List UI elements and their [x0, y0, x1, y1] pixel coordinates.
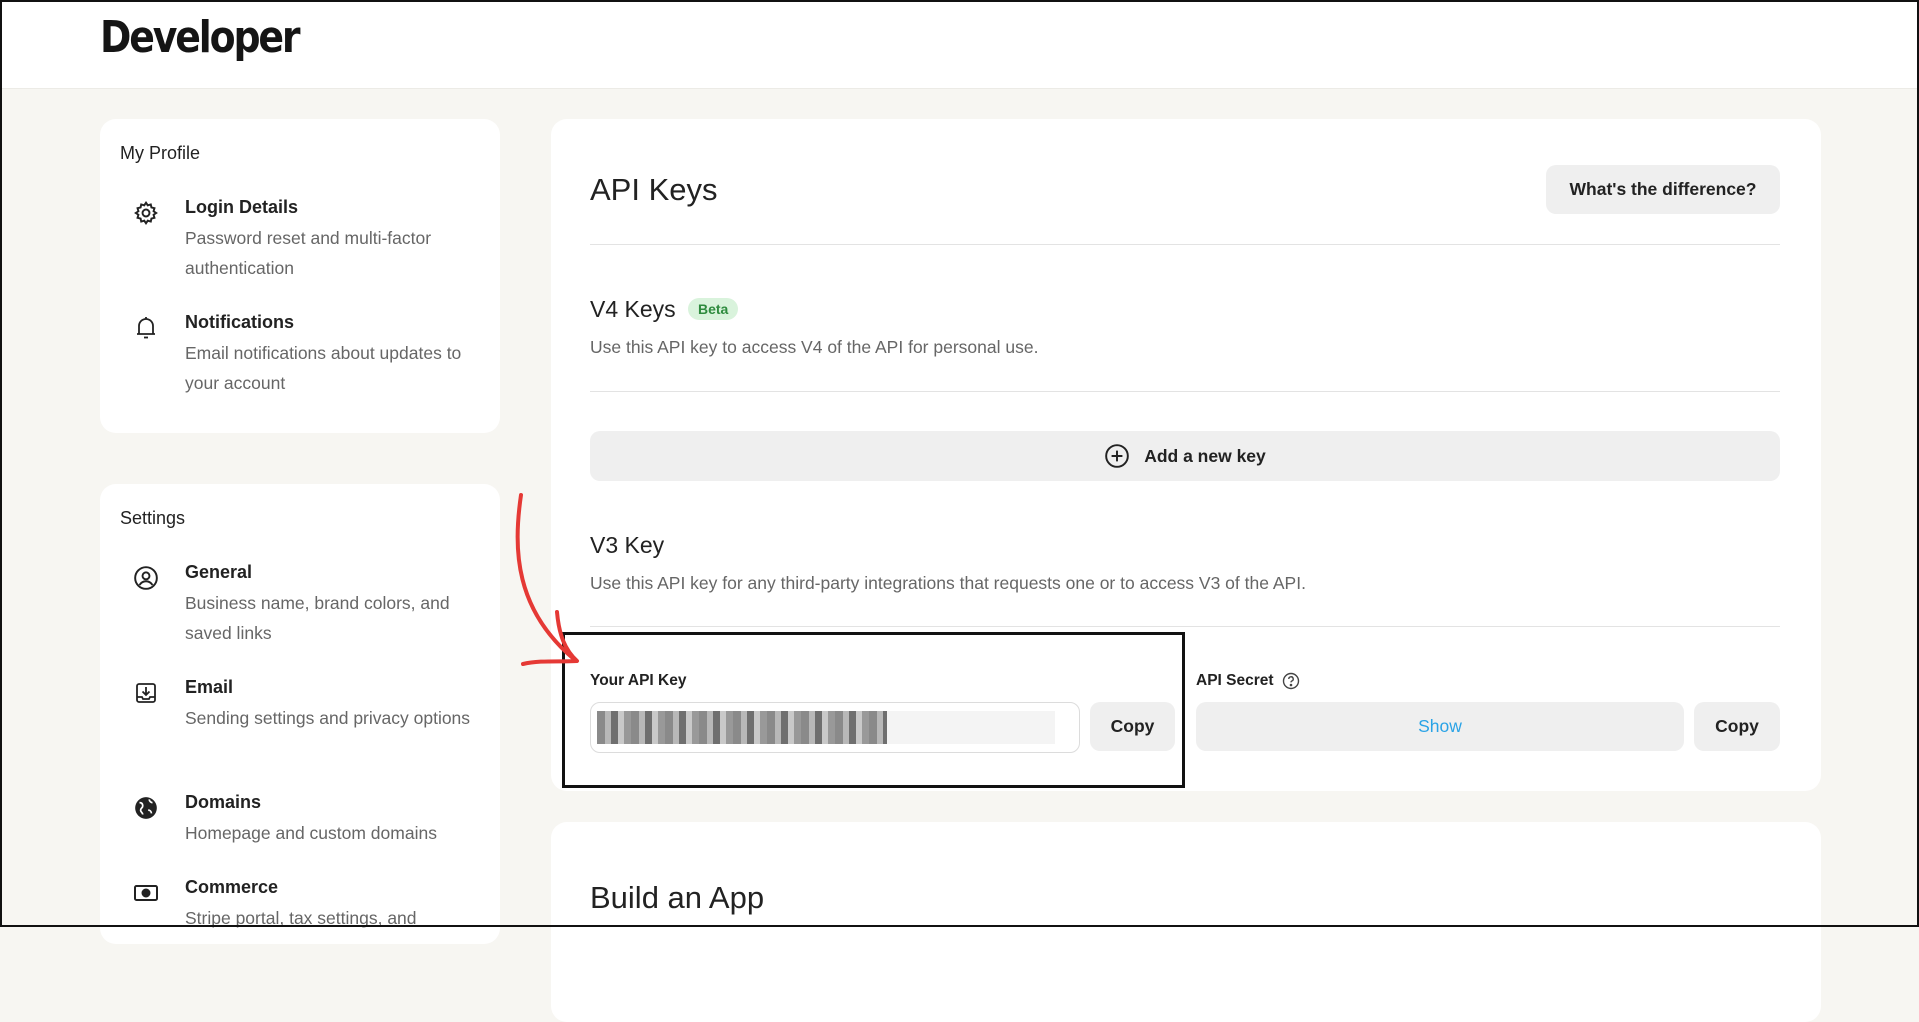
- sidebar-item-desc: Stripe portal, tax settings, and: [185, 908, 417, 928]
- divider: [590, 391, 1780, 392]
- sidebar-item-desc: Password reset and multi-factor authenti…: [185, 228, 432, 278]
- api-secret-label-text: API Secret: [1196, 672, 1274, 689]
- gear-icon: [132, 199, 160, 227]
- settings-section-title: Settings: [120, 508, 186, 528]
- sidebar-item-label: Commerce: [185, 877, 279, 897]
- sidebar-item-desc: Email notifications about updates to you…: [185, 343, 462, 393]
- top-bar: Developer: [0, 0, 1919, 89]
- profile-card: My Profile Login Details Password reset …: [100, 119, 500, 433]
- globe-icon: [132, 794, 160, 822]
- page-title: API Keys: [590, 172, 718, 207]
- sidebar-item-desc: Sending settings and privacy options: [185, 708, 471, 728]
- sidebar-item-label: Notifications: [185, 312, 295, 332]
- settings-card: Settings General Business name, brand co…: [100, 484, 500, 944]
- bell-icon: [132, 314, 160, 342]
- divider: [590, 244, 1780, 245]
- show-secret-button[interactable]: Show: [1196, 702, 1684, 751]
- sidebar-item-email[interactable]: Email Sending settings and privacy optio…: [120, 677, 500, 757]
- add-new-key-label: Add a new key: [1144, 445, 1266, 466]
- v4-keys-description: Use this API key to access V4 of the API…: [590, 337, 1039, 357]
- api-secret-label: API Secret: [1196, 672, 1300, 690]
- v3-key-description: Use this API key for any third-party int…: [590, 573, 1306, 593]
- sidebar-item-label: Domains: [185, 792, 262, 812]
- sidebar-item-notifications[interactable]: Notifications Email notifications about …: [120, 312, 500, 393]
- plus-circle-icon: [1104, 443, 1130, 469]
- sidebar-item-domains[interactable]: Domains Homepage and custom domains: [120, 792, 500, 847]
- inbox-download-icon: [132, 679, 160, 707]
- profile-section-title: My Profile: [120, 143, 201, 163]
- sidebar-item-commerce[interactable]: Commerce Stripe portal, tax settings, an…: [120, 877, 500, 957]
- sidebar-item-label: Login Details: [185, 197, 299, 217]
- add-new-key-button[interactable]: Add a new key: [590, 431, 1780, 481]
- highlight-box: [562, 632, 1185, 788]
- sidebar-item-desc: Business name, brand colors, and saved l…: [185, 593, 450, 643]
- sidebar-item-label: Email: [185, 677, 234, 697]
- build-app-title: Build an App: [590, 880, 765, 915]
- user-circle-icon: [132, 564, 160, 592]
- developer-logo[interactable]: Developer: [100, 12, 301, 63]
- whats-the-difference-button[interactable]: What's the difference?: [1546, 165, 1780, 214]
- sidebar-item-label: General: [185, 562, 253, 582]
- beta-badge: Beta: [688, 298, 739, 320]
- build-app-card: [551, 822, 1821, 1022]
- v3-key-title: V3 Key: [590, 532, 665, 558]
- copy-secret-button[interactable]: Copy: [1694, 702, 1780, 751]
- sidebar-item-general[interactable]: General Business name, brand colors, and…: [120, 562, 500, 643]
- help-icon[interactable]: [1282, 672, 1300, 690]
- annotation-arrow: [515, 493, 579, 666]
- v4-keys-title: V4 Keys: [590, 296, 676, 322]
- sidebar-item-login-details[interactable]: Login Details Password reset and multi-f…: [120, 197, 500, 278]
- money-icon: [132, 879, 160, 907]
- sidebar-item-desc: Homepage and custom domains: [185, 823, 437, 843]
- divider: [590, 626, 1780, 627]
